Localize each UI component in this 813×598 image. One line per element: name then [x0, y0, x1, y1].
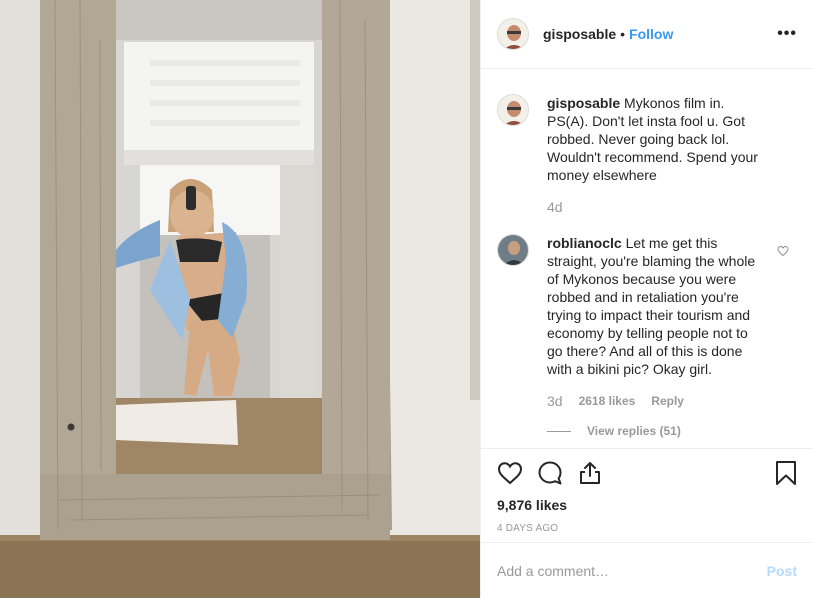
save-bookmark-icon [776, 461, 796, 485]
add-comment-bar: Post [481, 542, 813, 598]
heart-outline-icon [777, 245, 789, 257]
likes-count[interactable]: 9,876 likes [497, 497, 797, 513]
author-username[interactable]: gisposable [543, 26, 616, 42]
add-comment-input[interactable] [497, 562, 767, 579]
comment-like-heart-icon[interactable] [777, 244, 789, 262]
action-icons [497, 459, 797, 487]
post-side-panel: gisposable • Follow ••• gisposable Mykon… [480, 0, 813, 598]
post-photo[interactable] [0, 0, 480, 598]
avatar-image [498, 95, 528, 125]
reply-button[interactable]: Reply [651, 392, 684, 410]
avatar-image [498, 19, 528, 49]
avatar-image [498, 235, 528, 265]
comment-body: roblianoclc Let me get this straight, yo… [547, 234, 767, 410]
author-avatar[interactable] [497, 18, 529, 50]
comment-likes[interactable]: 2618 likes [579, 392, 636, 410]
commenter-avatar[interactable] [497, 234, 529, 266]
comment-item: roblianoclc Let me get this straight, yo… [497, 234, 797, 410]
post-actions: 9,876 likes 4 DAYS AGO [481, 448, 813, 534]
follow-button[interactable]: Follow [629, 26, 673, 42]
comment-text: Let me get this straight, you're blaming… [547, 235, 756, 377]
comment-meta: 4d [547, 198, 767, 216]
speech-bubble-icon [538, 461, 562, 485]
bookmark-icon[interactable] [775, 460, 797, 486]
commenter-avatar[interactable] [497, 94, 529, 126]
comment-meta: 3d 2618 likes Reply [547, 392, 767, 410]
post-comment-button[interactable]: Post [767, 563, 797, 579]
heart-icon [497, 462, 523, 485]
more-options-icon[interactable]: ••• [777, 25, 797, 43]
comment-username[interactable]: gisposable [547, 95, 620, 111]
comment-time[interactable]: 3d [547, 392, 563, 410]
view-replies-link[interactable]: View replies (51) [547, 424, 797, 438]
comment-time[interactable]: 4d [547, 198, 563, 216]
upload-share-icon [580, 462, 600, 484]
share-icon[interactable] [577, 460, 603, 486]
post-header: gisposable • Follow ••• [481, 0, 813, 69]
post-date[interactable]: 4 DAYS AGO [497, 523, 797, 534]
comments-list[interactable]: gisposable Mykonos film in. PS(A). Don't… [481, 70, 813, 448]
caption-comment: gisposable Mykonos film in. PS(A). Don't… [497, 94, 797, 216]
comment-body: gisposable Mykonos film in. PS(A). Don't… [547, 94, 767, 216]
like-heart-icon[interactable] [497, 461, 523, 485]
comment-icon[interactable] [537, 460, 563, 486]
comment-username[interactable]: roblianoclc [547, 235, 622, 251]
mirror-selfie-image [0, 0, 480, 598]
view-replies-label: View replies (51) [587, 424, 681, 438]
replies-divider-line [547, 430, 571, 432]
separator-dot: • [620, 26, 626, 42]
